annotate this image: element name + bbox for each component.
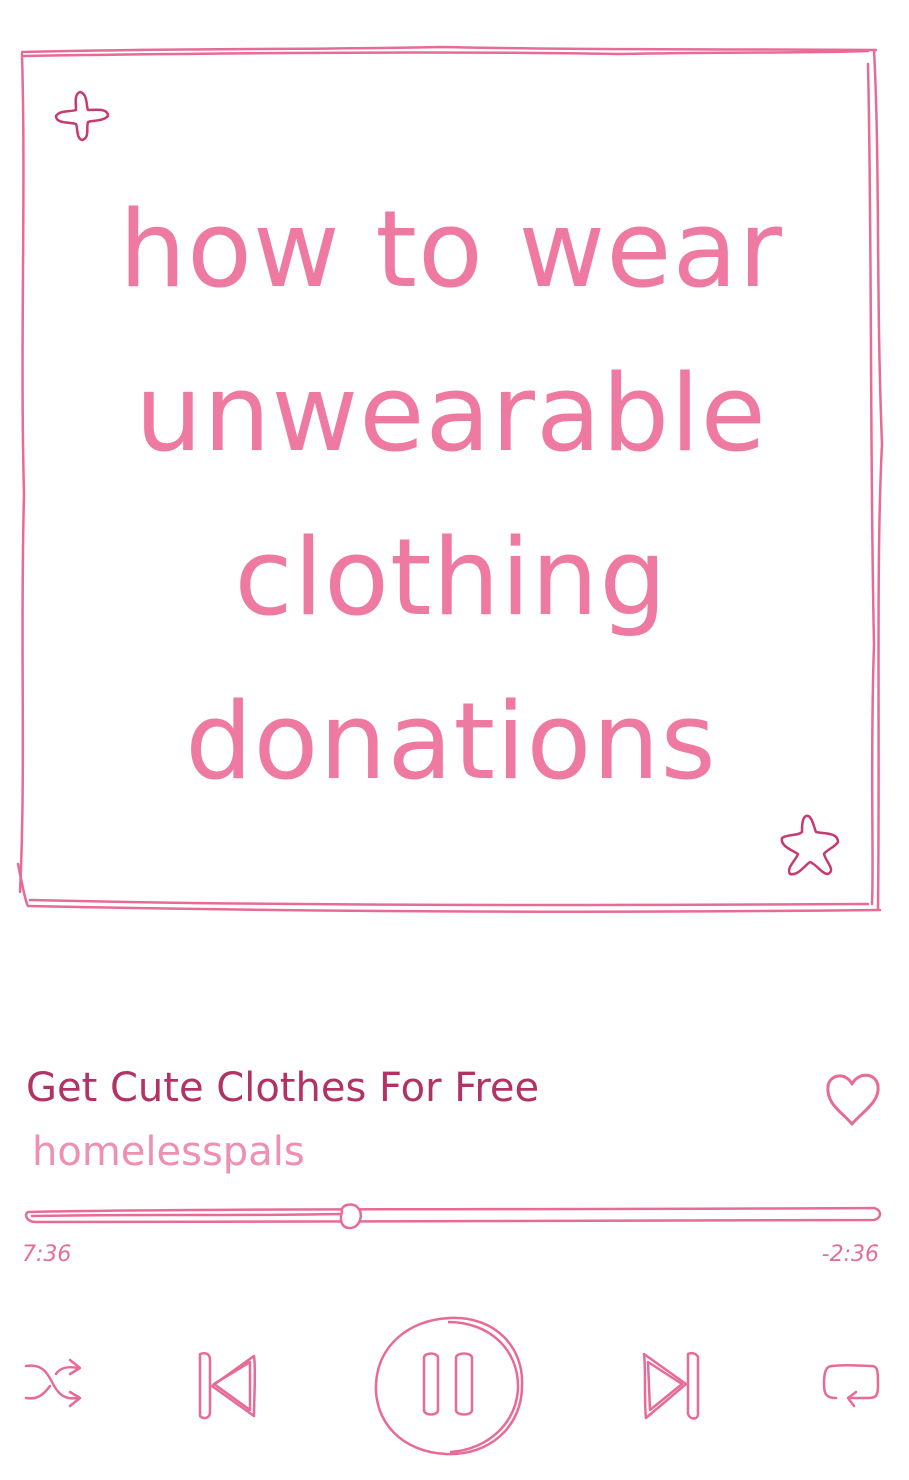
artwork-line-2: unwearable — [135, 352, 767, 475]
previous-icon[interactable] — [194, 1350, 260, 1422]
artwork-line-4: donations — [185, 680, 717, 803]
album-artwork: how to wear unwearable clothing donation… — [16, 44, 884, 916]
sparkle-icon — [54, 90, 110, 142]
next-icon[interactable] — [640, 1350, 706, 1422]
heart-icon[interactable] — [820, 1066, 884, 1130]
shuffle-icon[interactable] — [22, 1356, 84, 1410]
artwork-line-1: how to wear — [119, 188, 783, 311]
progress-bar[interactable] — [24, 1196, 884, 1240]
track-title: Get Cute Clothes For Free — [26, 1065, 540, 1111]
artwork-title: how to wear unwearable clothing donation… — [58, 168, 844, 824]
progress-fill — [30, 1212, 346, 1218]
repeat-icon[interactable] — [822, 1362, 880, 1412]
pause-icon — [422, 1352, 474, 1416]
artwork-line-3: clothing — [234, 516, 668, 639]
star-icon — [780, 814, 840, 876]
time-elapsed: 7:36 — [22, 1242, 72, 1267]
track-artist[interactable]: homelesspals — [32, 1126, 305, 1178]
time-remaining: -2:36 — [821, 1242, 879, 1267]
progress-thumb[interactable] — [339, 1203, 362, 1230]
pause-button[interactable] — [372, 1314, 528, 1458]
pause-button-ring — [374, 1316, 524, 1456]
